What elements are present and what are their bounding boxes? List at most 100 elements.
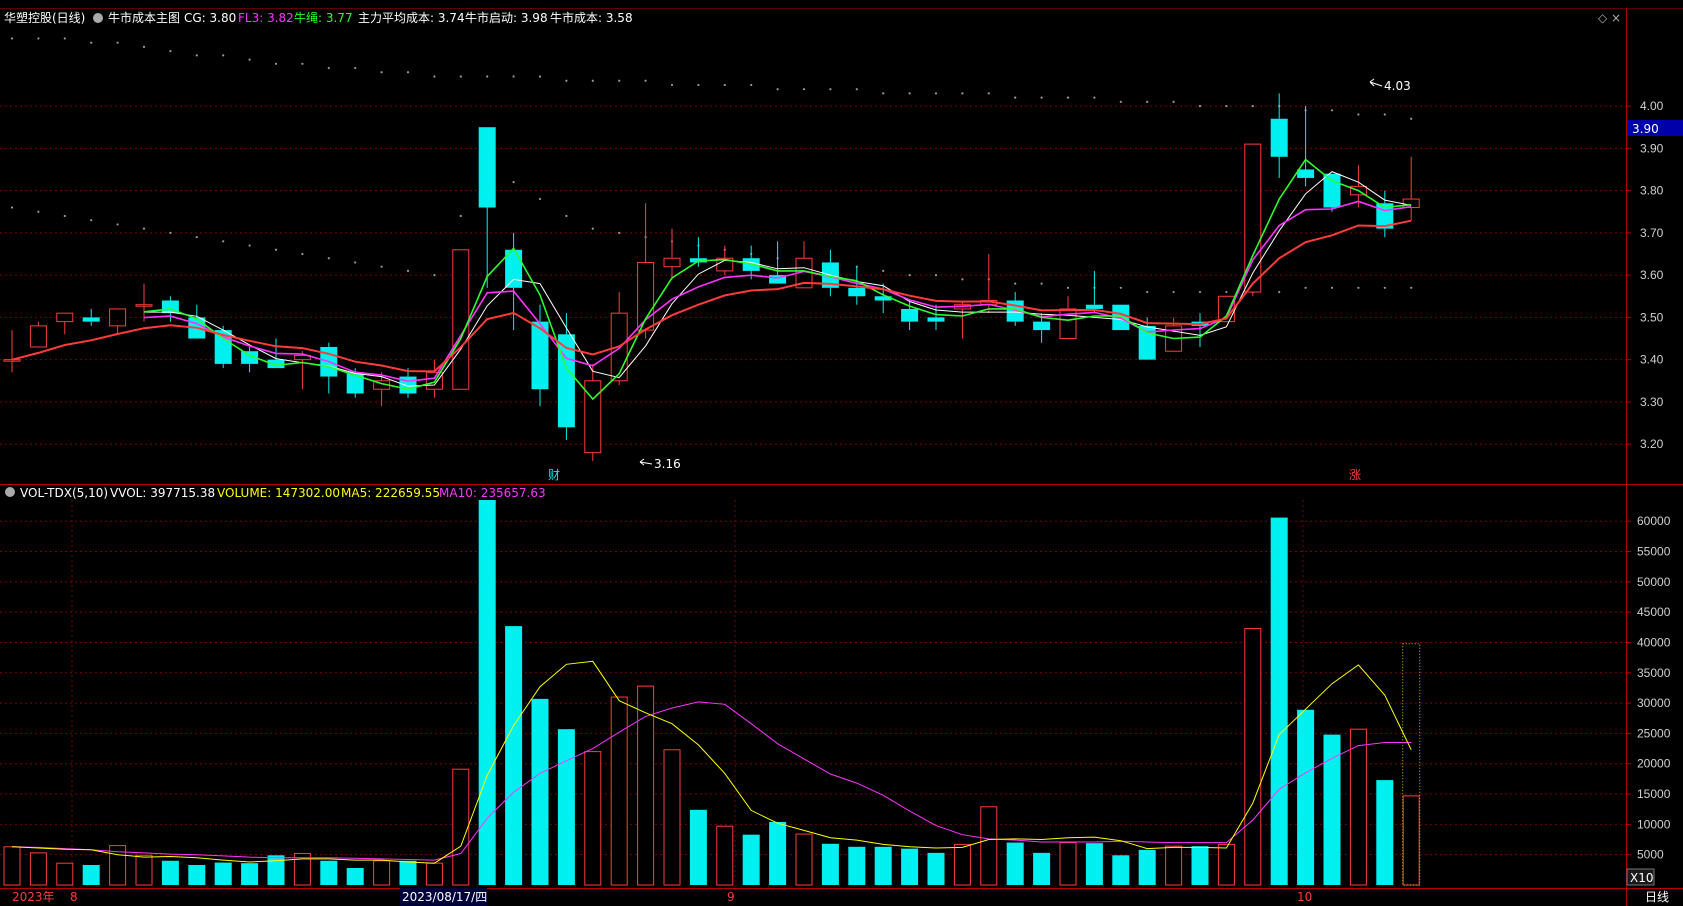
- volume-bar: [821, 843, 839, 885]
- volume-bar: [1270, 517, 1288, 885]
- band-dot: [274, 248, 278, 251]
- band-dot: [934, 274, 938, 277]
- x10-badge-text[interactable]: X10: [1630, 871, 1654, 885]
- month-9-label: 9: [727, 890, 735, 904]
- volume-bar: [557, 729, 575, 885]
- volume-bar: [742, 834, 760, 885]
- price-tick-label: 3.40: [1640, 353, 1664, 367]
- volume-bar: [1138, 849, 1156, 885]
- settings-icon[interactable]: [93, 13, 103, 23]
- band-dot: [327, 66, 330, 70]
- band-dot: [565, 214, 568, 218]
- band-dot: [116, 41, 119, 44]
- band-dot: [1040, 96, 1043, 99]
- month-10-label: 10: [1297, 890, 1312, 904]
- candle-body: [1033, 321, 1051, 331]
- band-dot: [116, 223, 119, 226]
- band-dot: [433, 75, 436, 78]
- volume-bar: [1112, 855, 1130, 885]
- vol-settings-icon[interactable]: [5, 487, 15, 497]
- year-label: 2023年: [12, 890, 55, 904]
- candle-body: [1270, 118, 1288, 157]
- close-icon[interactable]: ×: [1611, 11, 1621, 25]
- band-dot: [354, 66, 357, 70]
- volume-bar: [716, 825, 734, 886]
- price-tick-label: 3.30: [1640, 395, 1664, 409]
- band-dot: [512, 75, 515, 78]
- volume-tick-label: 25000: [1637, 726, 1671, 740]
- band-dot: [1066, 96, 1070, 99]
- fl3-value: FL3: 3.82: [238, 11, 294, 25]
- band-dot: [248, 244, 251, 247]
- band-dot: [1410, 117, 1413, 120]
- candle-body: [663, 257, 681, 268]
- band-dot: [1198, 290, 1202, 294]
- date-axis: 2023年 8 2023/08/17/四 9 10 日线: [12, 888, 1669, 906]
- band-dot: [1146, 290, 1149, 294]
- band-dot: [1383, 286, 1386, 289]
- volume-bar: [980, 806, 998, 886]
- band-dot: [1014, 282, 1017, 285]
- band-dot: [380, 265, 383, 268]
- volume-axis: 5000 10000 15000 20000 25000 30000 35000 40000 4…: [1626, 514, 1671, 862]
- band-dot: [1014, 96, 1017, 99]
- vol-indicator-name[interactable]: VOL-TDX(5,10): [20, 486, 108, 500]
- band-dot: [1225, 104, 1228, 108]
- volume-bar: [874, 846, 892, 885]
- volume-bar: [1244, 628, 1262, 886]
- band-dot: [961, 92, 964, 95]
- band-dot: [987, 92, 990, 95]
- volume-bar: [927, 852, 945, 885]
- band-dot: [222, 240, 225, 243]
- band-dot: [222, 54, 225, 57]
- band-dot: [10, 37, 14, 40]
- volume-bar: [505, 626, 523, 885]
- niushen-value: 牛绳: 3.77: [294, 10, 353, 25]
- price-axis: 3.20 3.30 3.40 3.50 3.60 3.70 3.80 3.90 4.00: [1626, 99, 1664, 451]
- band-dot: [1225, 290, 1228, 294]
- limit-up-marker[interactable]: 涨: [1349, 467, 1361, 482]
- band-dot: [169, 231, 172, 234]
- band-dot: [327, 257, 330, 260]
- high-arrow-icon: [1369, 78, 1383, 87]
- candle-body: [452, 249, 470, 390]
- stock-name[interactable]: 华塑控股(日线): [4, 10, 85, 25]
- stock-chart[interactable]: 3.20 3.30 3.40 3.50 3.60 3.70 3.80 3.90 4.00 500…: [0, 0, 1683, 906]
- volume-bar: [346, 868, 364, 885]
- band-dot: [248, 58, 251, 61]
- volume-bar: [29, 852, 47, 886]
- band-dot: [433, 274, 436, 277]
- volume-bar: [1191, 846, 1209, 885]
- band-dot: [37, 210, 40, 213]
- volume-tick-label: 55000: [1637, 545, 1671, 559]
- volume-tick-label: 45000: [1637, 605, 1671, 619]
- volume-bar: [1165, 845, 1183, 886]
- period-button[interactable]: 日线: [1645, 890, 1669, 904]
- volume-tick-label: 5000: [1637, 848, 1664, 862]
- volume-bar: [399, 860, 417, 885]
- candle-body: [1402, 198, 1420, 209]
- volume-bar: [1059, 842, 1077, 886]
- volume-bar: [135, 854, 153, 886]
- candle-body: [1085, 304, 1103, 309]
- date-cursor-label: 2023/08/17/四: [402, 890, 487, 904]
- band-dot: [1040, 282, 1043, 285]
- band-dot: [1172, 100, 1175, 103]
- top-info-bar: 华塑控股(日线) 牛市成本主图 CG: 3.80 FL3: 3.82 牛绳: 3…: [4, 10, 1621, 25]
- band-dot: [63, 37, 66, 40]
- volume-bar: [1349, 728, 1367, 886]
- finance-marker[interactable]: 财: [548, 468, 560, 482]
- volume-bar: [1006, 842, 1024, 885]
- volume-bar: [188, 864, 206, 885]
- band-dot: [776, 88, 779, 91]
- volume-bar: [161, 860, 179, 885]
- chart-frame: [0, 8, 1683, 906]
- band-dot: [882, 269, 885, 273]
- diamond-icon[interactable]: ◇: [1598, 11, 1608, 25]
- volume-tick-label: 10000: [1637, 817, 1671, 831]
- volume-bar: [478, 500, 496, 885]
- indicator-name[interactable]: 牛市成本主图: [108, 10, 180, 25]
- volume-bar: [1402, 795, 1420, 886]
- band-dot: [538, 75, 542, 78]
- band-dot: [934, 92, 938, 95]
